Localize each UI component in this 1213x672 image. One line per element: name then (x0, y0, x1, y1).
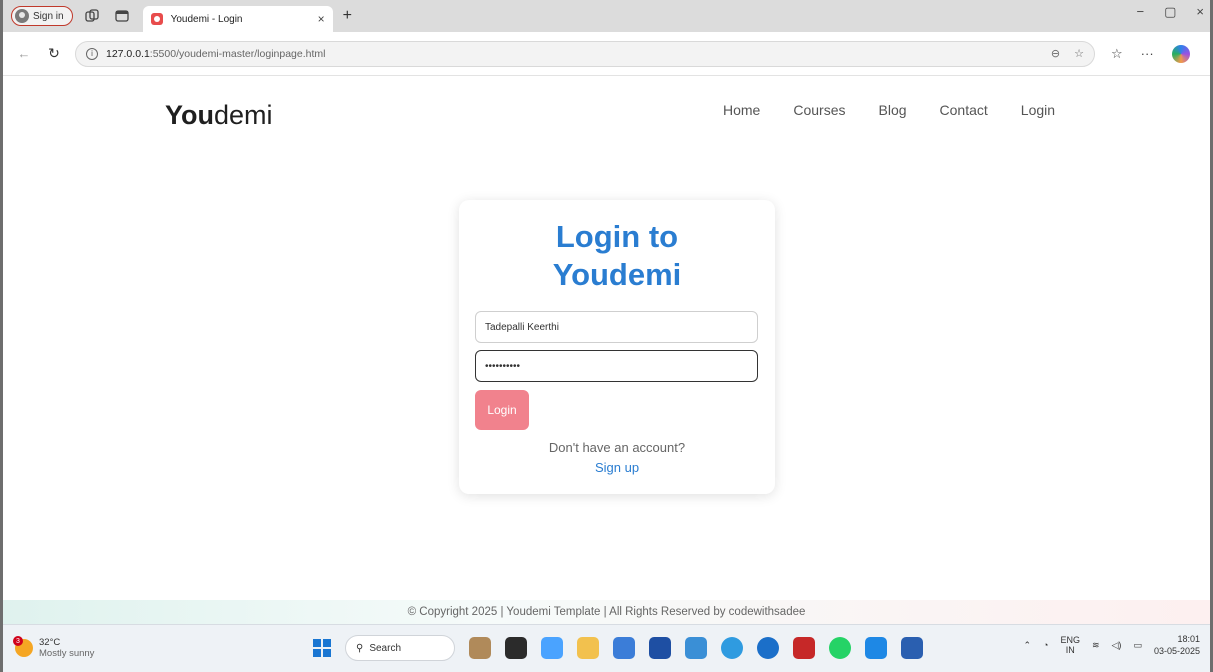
more-menu-icon[interactable]: ··· (1141, 46, 1154, 61)
tab-strip: Sign in Youdemi - Login × + − ▢ × (3, 0, 1210, 32)
battery-icon[interactable]: ▭ (1133, 640, 1142, 651)
weather-desc: Mostly sunny (39, 648, 95, 659)
no-account-text: Don't have an account? (548, 440, 686, 455)
copilot-icon[interactable] (1171, 44, 1190, 63)
url-path: :5500/youdemi-master/loginpage.html (149, 47, 326, 60)
edge-browser-icon[interactable] (757, 637, 779, 659)
weather-temp: 32°C (39, 637, 61, 648)
page-footer: © Copyright 2025 | Youdemi Template | Al… (3, 600, 1210, 624)
site-info-icon[interactable]: i (86, 47, 98, 60)
password-input[interactable]: •••••••••• (475, 350, 758, 382)
address-bar[interactable]: i 127.0.0.1:5500/youdemi-master/loginpag… (75, 40, 1095, 67)
favorite-star-icon[interactable]: ☆ (1074, 47, 1084, 60)
vscode-icon[interactable] (865, 637, 887, 659)
address-toolbar: ← ↻ i 127.0.0.1:5500/youdemi-master/logi… (3, 32, 1210, 76)
tab-close-icon[interactable]: × (318, 12, 325, 26)
browser-window: Sign in Youdemi - Login × + − ▢ × ← ↻ i … (0, 0, 1213, 672)
volume-icon[interactable]: ◁) (1112, 640, 1122, 651)
taskbar-search[interactable]: ⚲ Search (345, 635, 455, 661)
window-controls: − ▢ × (1137, 4, 1204, 20)
web-page: Youdemi Home Courses Blog Contact Login … (3, 76, 1210, 624)
logo-bold: You (165, 100, 214, 130)
search-icon: ⚲ (356, 642, 364, 654)
restore-button[interactable]: ▢ (1164, 4, 1176, 20)
nav-home[interactable]: Home (723, 102, 760, 118)
main-nav: Home Courses Blog Contact Login (723, 102, 1055, 118)
mcafee-icon[interactable] (793, 637, 815, 659)
windows-start-icon[interactable] (313, 639, 331, 657)
whatsapp-icon[interactable] (829, 637, 851, 659)
tab-title: Youdemi - Login (170, 13, 243, 25)
nav-blog[interactable]: Blog (879, 102, 907, 118)
site-logo[interactable]: Youdemi (165, 100, 273, 131)
signin-label: Sign in (33, 10, 64, 22)
nav-login[interactable]: Login (1021, 102, 1055, 118)
profile-icon (15, 9, 29, 23)
windows-taskbar: 3 32°C Mostly sunny ⚲ Search ⌃ ◔ ENG IN … (3, 624, 1210, 672)
logo-light: demi (214, 100, 273, 130)
weather-widget[interactable]: 3 32°C Mostly sunny (13, 636, 95, 659)
favorites-icon[interactable]: ☆ (1111, 46, 1123, 62)
taskbar-apps: ⚲ Search (313, 635, 923, 661)
login-card: Login to Youdemi Tadepalli Keerthi •••••… (459, 200, 775, 494)
edge-dev-icon[interactable] (721, 637, 743, 659)
tray-chevron-up-icon[interactable]: ⌃ (1023, 640, 1031, 651)
store-app-icon[interactable] (649, 637, 671, 659)
new-tab-button[interactable]: + (343, 7, 352, 25)
active-tab[interactable]: Youdemi - Login × (142, 6, 333, 32)
minimize-button[interactable]: − (1137, 4, 1145, 20)
tab-actions-icon[interactable] (111, 5, 133, 27)
system-tray: ⌃ ◔ ENG IN ≋ ◁) ▭ 18:01 03-05-2025 (1023, 633, 1200, 657)
profile-signin-button[interactable]: Sign in (11, 6, 73, 26)
site-favicon-icon (150, 13, 163, 25)
username-input[interactable]: Tadepalli Keerthi (475, 311, 758, 343)
signup-link[interactable]: Sign up (459, 460, 775, 475)
lang-bottom: IN (1065, 645, 1075, 655)
outlook-app-icon[interactable] (685, 637, 707, 659)
widgets-app-icon[interactable] (469, 637, 491, 659)
close-window-button[interactable]: × (1196, 4, 1204, 20)
workspaces-icon[interactable] (81, 5, 103, 27)
task-view-icon[interactable] (505, 637, 527, 659)
weather-badge: 3 (13, 636, 23, 646)
tray-app-icon[interactable]: ◔ (1043, 640, 1048, 650)
login-button[interactable]: Login (475, 390, 529, 430)
login-heading-line1: Login to (555, 219, 679, 254)
reload-icon[interactable]: ↻ (43, 45, 65, 62)
url-host: 127.0.0.1 (106, 47, 150, 60)
nav-courses[interactable]: Courses (793, 102, 845, 118)
search-label: Search (369, 642, 402, 654)
clock-time: 18:01 (1177, 634, 1200, 644)
login-heading: Login to Youdemi (459, 218, 775, 294)
weather-sun-icon: 3 (13, 636, 33, 657)
copilot-app-icon[interactable] (541, 637, 563, 659)
file-explorer-icon[interactable] (577, 637, 599, 659)
language-indicator[interactable]: ENG IN (1060, 635, 1080, 655)
back-arrow-icon[interactable]: ← (13, 46, 35, 61)
photos-app-icon[interactable] (613, 637, 635, 659)
lang-top: ENG (1060, 635, 1080, 645)
clock-date: 03-05-2025 (1153, 646, 1200, 656)
wifi-icon[interactable]: ≋ (1092, 640, 1100, 651)
reader-mode-icon[interactable]: ⊖ (1051, 47, 1060, 60)
clock[interactable]: 18:01 03-05-2025 (1154, 633, 1200, 657)
copyright-text: © Copyright 2025 | Youdemi Template | Al… (407, 606, 806, 618)
mail-app-icon[interactable] (901, 637, 923, 659)
login-heading-line2: Youdemi (552, 257, 682, 292)
nav-contact[interactable]: Contact (940, 102, 988, 118)
